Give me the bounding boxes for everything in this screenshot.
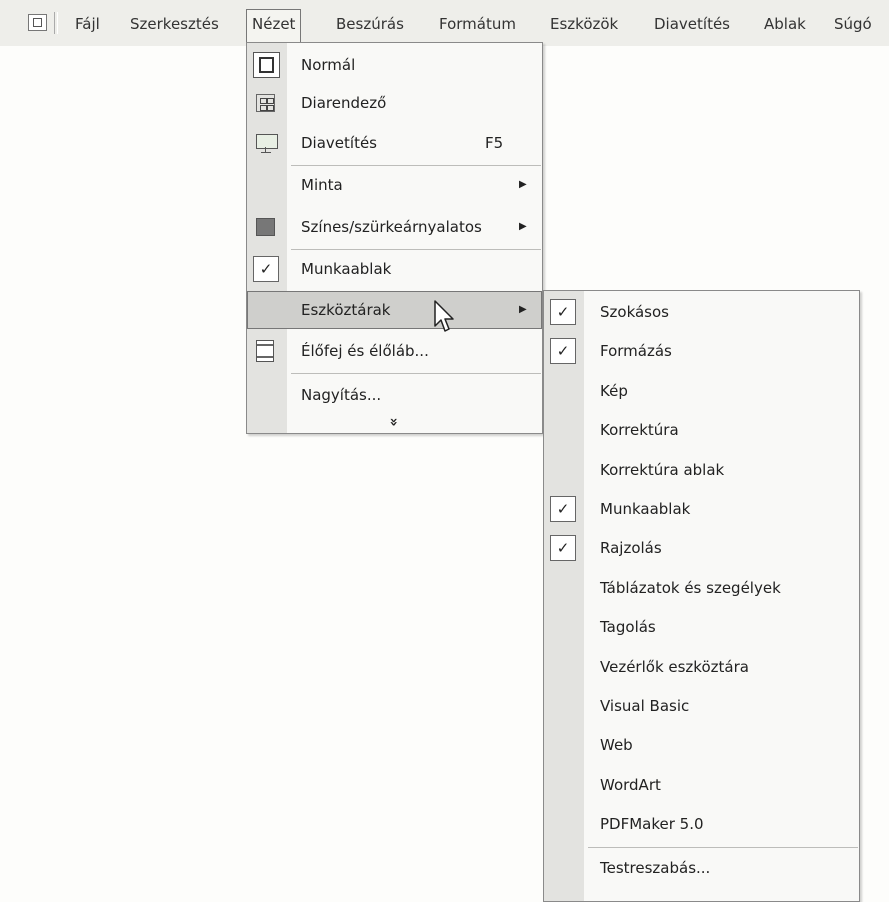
- toolbar-item[interactable]: Tagolás: [544, 609, 859, 645]
- toolbar-item-label: Vezérlők eszköztára: [600, 657, 749, 676]
- toolbar-item[interactable]: ✓ Munkaablak: [544, 491, 859, 527]
- toolbar-item-label: Korrektúra: [600, 421, 679, 440]
- checkmark-icon: ✓: [550, 535, 576, 562]
- toolbar-item-label: Munkaablak: [600, 500, 691, 518]
- toolbar-item[interactable]: ✓ Szokásos: [544, 294, 859, 330]
- submenu-arrow-icon: ▶: [519, 221, 527, 232]
- chevron-down-icon: »: [385, 417, 402, 427]
- menu-separator: [291, 165, 541, 166]
- toolbar-item-label: PDFMaker 5.0: [600, 815, 704, 834]
- menu-insert[interactable]: Beszúrás: [331, 10, 409, 38]
- checkmark-icon: ✓: [550, 338, 576, 365]
- menu-item-task-pane[interactable]: ✓ Munkaablak: [247, 251, 542, 287]
- menu-edit[interactable]: Szerkesztés: [125, 10, 224, 38]
- menu-item-master[interactable]: Minta ▶: [247, 167, 542, 203]
- toolbar-item-label: Visual Basic: [600, 697, 690, 715]
- menu-view[interactable]: Nézet: [246, 9, 302, 44]
- toolbar-item[interactable]: PDFMaker 5.0: [544, 806, 859, 842]
- menu-file[interactable]: Fájl: [70, 10, 105, 38]
- menu-item-header-footer[interactable]: Élőfej és élőláb...: [247, 333, 542, 369]
- toolbar-item[interactable]: Vezérlők eszköztára: [544, 649, 859, 685]
- toolbar-item[interactable]: ✓ Rajzolás: [544, 530, 859, 566]
- app-window-icon[interactable]: [28, 14, 47, 31]
- menu-separator: [588, 846, 858, 848]
- menu-expand-chevron[interactable]: »: [247, 411, 542, 433]
- toolbar-item-label: Testreszabás...: [600, 858, 711, 877]
- menu-window[interactable]: Ablak: [759, 10, 811, 38]
- toolbar-item[interactable]: Web: [544, 727, 859, 763]
- menu-item-color-grayscale[interactable]: Színes/szürkeárnyalatos ▶: [247, 209, 542, 245]
- checkmark-icon: ✓: [253, 256, 279, 282]
- toolbar-item[interactable]: Visual Basic: [544, 688, 859, 724]
- toolbar-item[interactable]: Kép: [544, 373, 859, 409]
- toolbar-item-label: Tagolás: [600, 618, 656, 637]
- slide-show-icon: [255, 133, 278, 153]
- menu-separator: [291, 249, 541, 250]
- menu-bar: Fájl Szerkesztés Nézet Beszúrás Formátum…: [0, 0, 889, 46]
- menu-item-slide-sorter[interactable]: Diarendező: [247, 85, 542, 121]
- menu-item-toolbars[interactable]: Eszköztárak ▶: [247, 291, 542, 329]
- menu-separator: [291, 373, 541, 374]
- toolbar-item-label: Web: [600, 736, 633, 755]
- menu-item-slide-show[interactable]: Diavetítés F5: [247, 125, 542, 161]
- toolbar-item[interactable]: Korrektúra: [544, 412, 859, 448]
- menu-tools[interactable]: Eszközök: [545, 10, 623, 38]
- toolbars-submenu: ✓ Szokásos ✓ Formázás Kép Korrektúra Korrektúr…: [543, 290, 860, 902]
- submenu-arrow-icon: ▶: [519, 304, 527, 315]
- toolbar-item[interactable]: Korrektúra ablak: [544, 452, 859, 488]
- toolbar-item-label: Kép: [600, 381, 628, 400]
- toolbar-item[interactable]: ✓ Formázás: [544, 333, 859, 369]
- menu-item-zoom[interactable]: Nagyítás...: [247, 377, 542, 413]
- view-menu: Normál Diarendező Diavetítés F5 Minta ▶ …: [246, 42, 543, 434]
- toolbar-item-label: Formázás: [600, 342, 672, 361]
- header-footer-icon: [256, 340, 274, 362]
- toolbar-item-label: Rajzolás: [600, 539, 662, 558]
- menu-format[interactable]: Formátum: [434, 10, 521, 38]
- checkmark-icon: ✓: [550, 299, 576, 325]
- toolbar-item[interactable]: WordArt: [544, 767, 859, 803]
- menu-help[interactable]: Súgó: [829, 10, 877, 38]
- toolbar-item-label: Táblázatok és szegélyek: [600, 578, 781, 597]
- slide-sorter-icon: [256, 94, 275, 112]
- toolbar-item[interactable]: Testreszabás...: [544, 850, 859, 886]
- toolbar-item[interactable]: Táblázatok és szegélyek: [544, 570, 859, 606]
- color-grayscale-icon: [256, 218, 275, 236]
- submenu-arrow-icon: ▶: [519, 179, 527, 190]
- toolbar-item-label: Korrektúra ablak: [600, 460, 725, 479]
- toolbar-item-label: Szokásos: [600, 303, 669, 321]
- menu-slideshow[interactable]: Diavetítés: [649, 10, 735, 38]
- checkmark-icon: ✓: [550, 496, 576, 522]
- normal-view-icon: [253, 52, 280, 78]
- menu-item-normal[interactable]: Normál: [247, 47, 542, 83]
- menu-bar-separator: [54, 12, 58, 34]
- toolbar-item-label: WordArt: [600, 775, 661, 794]
- mouse-cursor-icon: [434, 300, 454, 332]
